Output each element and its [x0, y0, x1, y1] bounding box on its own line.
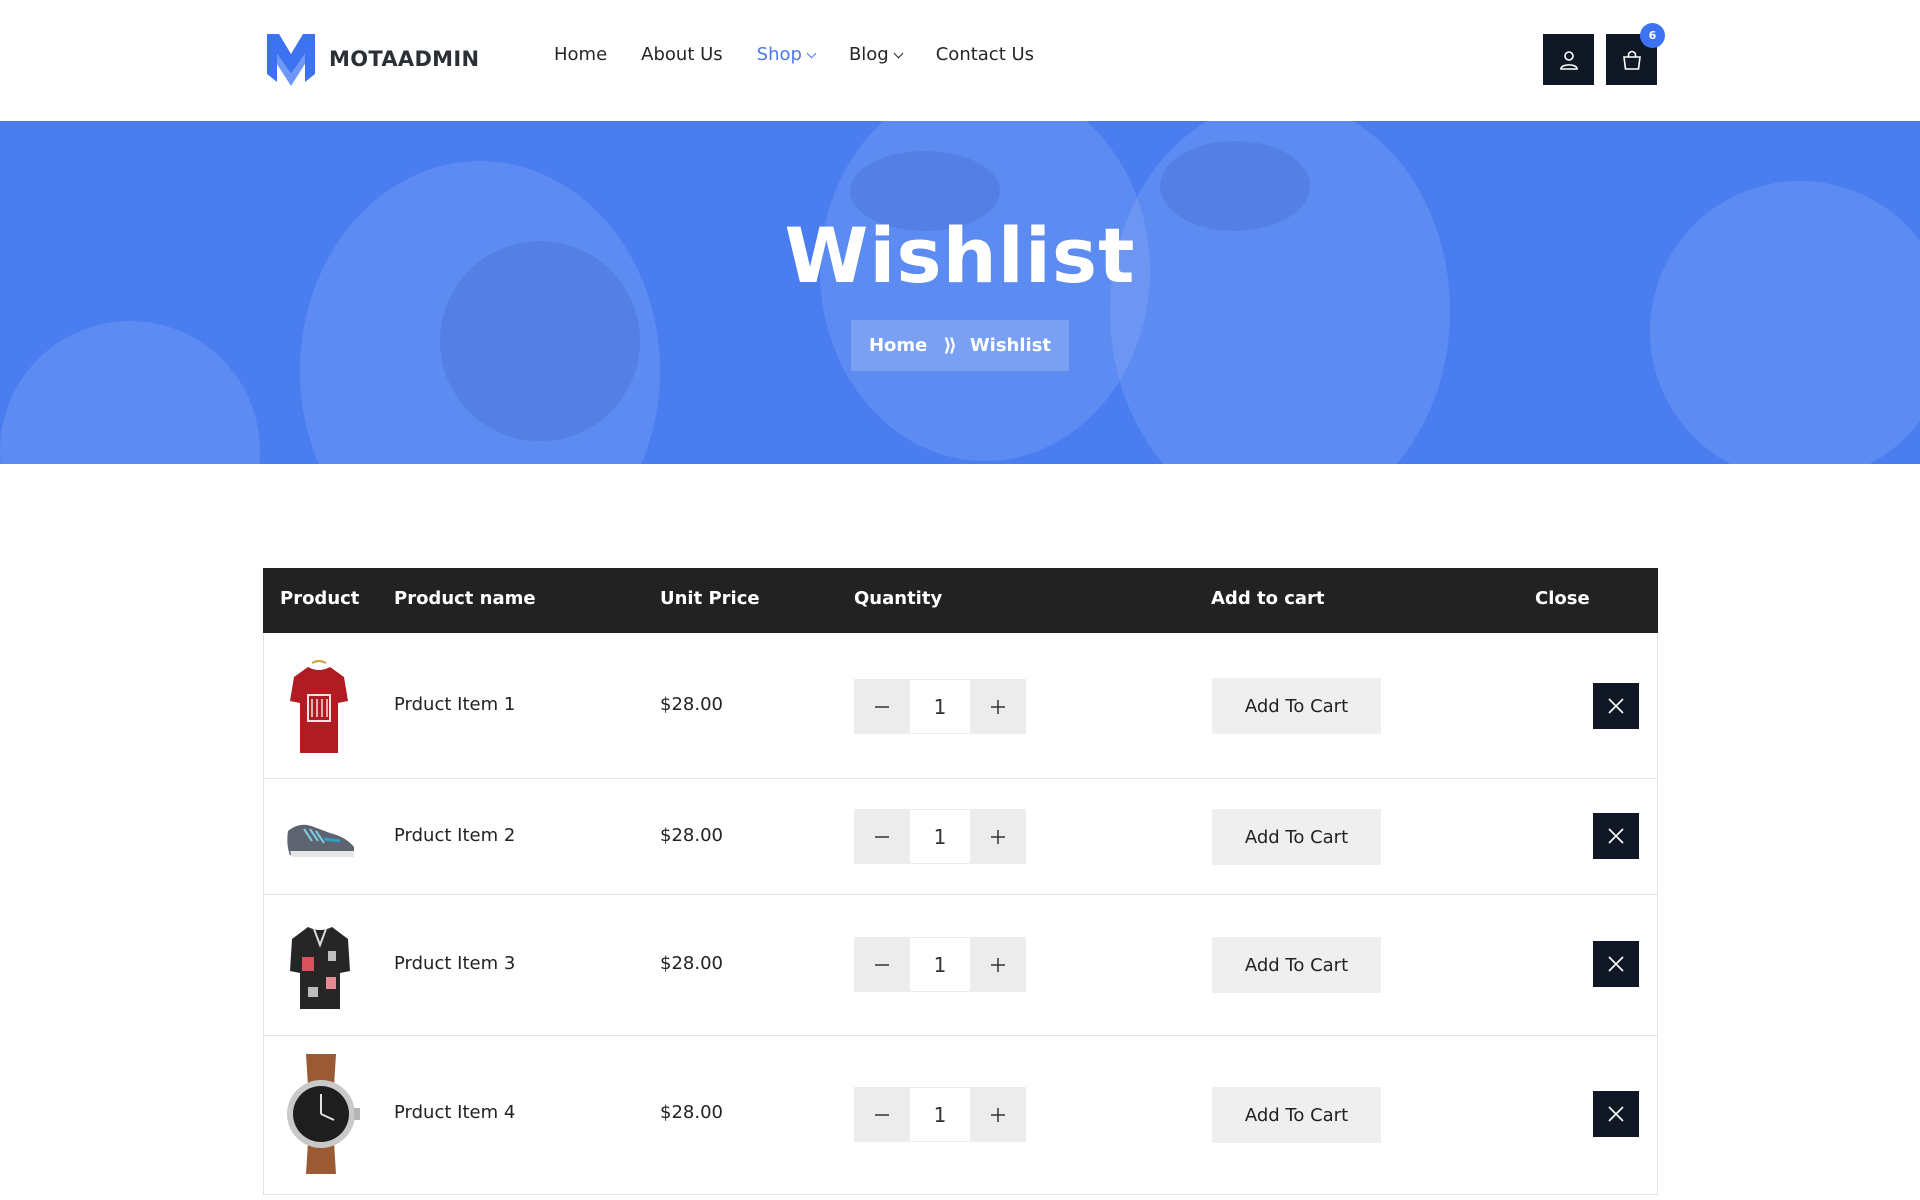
unit-price: $28.00 — [660, 1102, 723, 1123]
remove-item-button[interactable] — [1593, 813, 1639, 859]
unit-price: $28.00 — [660, 825, 723, 846]
nav-shop-label: Shop — [756, 44, 802, 65]
quantity-value[interactable]: 1 — [910, 809, 970, 864]
red-tshirt-image — [290, 660, 348, 753]
nav-about[interactable]: About Us — [641, 44, 723, 65]
product-name[interactable]: Prduct Item 3 — [394, 953, 515, 974]
double-chevron-right-icon: ⟩⟩ — [943, 335, 957, 356]
nav-blog[interactable]: Blog — [848, 44, 904, 65]
site-logo[interactable]: MOTAADMIN — [265, 30, 479, 88]
quantity-stepper: 1 — [854, 679, 1026, 734]
quantity-value[interactable]: 1 — [910, 1087, 970, 1142]
decrease-quantity-button[interactable] — [854, 809, 910, 864]
user-icon — [1559, 50, 1578, 70]
table-row: Prduct Item 3 $28.00 1 Add To Cart — [263, 895, 1658, 1036]
minus-icon — [875, 835, 889, 838]
wishlist-table: Product Product name Unit Price Quantity… — [263, 568, 1658, 1195]
plus-icon — [991, 829, 1005, 844]
col-close: Close — [1535, 588, 1590, 609]
banner-bg-shape — [0, 321, 260, 464]
table-row: Prduct Item 2 $28.00 1 Add To Cart — [263, 779, 1658, 895]
quantity-stepper: 1 — [854, 937, 1026, 992]
plus-icon — [991, 1107, 1005, 1122]
add-to-cart-button[interactable]: Add To Cart — [1212, 809, 1381, 865]
close-icon — [1608, 828, 1624, 844]
minus-icon — [875, 1113, 889, 1116]
remove-item-button[interactable] — [1593, 1091, 1639, 1137]
account-button[interactable] — [1543, 34, 1594, 85]
nav-shop[interactable]: Shop — [756, 44, 817, 65]
site-header: MOTAADMIN Home About Us Shop Blog Contac… — [0, 0, 1920, 121]
increase-quantity-button[interactable] — [970, 1087, 1026, 1142]
col-product-name: Product name — [394, 588, 536, 609]
nav-contact-label: Contact Us — [935, 44, 1035, 65]
page-banner: Wishlist Home ⟩⟩ Wishlist — [0, 121, 1920, 464]
sneaker-image — [287, 824, 354, 857]
product-name[interactable]: Prduct Item 4 — [394, 1102, 515, 1123]
product-thumbnail[interactable] — [284, 811, 358, 863]
unit-price: $28.00 — [660, 953, 723, 974]
remove-item-button[interactable] — [1593, 941, 1639, 987]
product-name[interactable]: Prduct Item 1 — [394, 694, 515, 715]
nav-home-label: Home — [554, 44, 608, 65]
increase-quantity-button[interactable] — [970, 809, 1026, 864]
product-thumbnail[interactable] — [282, 1052, 360, 1176]
decrease-quantity-button[interactable] — [854, 1087, 910, 1142]
chevron-down-icon — [893, 48, 904, 58]
brand-name: MOTAADMIN — [329, 47, 480, 71]
logo-m-icon — [267, 34, 315, 86]
quantity-value[interactable]: 1 — [910, 937, 970, 992]
close-icon — [1608, 956, 1624, 972]
add-to-cart-button[interactable]: Add To Cart — [1212, 678, 1381, 734]
product-name[interactable]: Prduct Item 2 — [394, 825, 515, 846]
quantity-stepper: 1 — [854, 809, 1026, 864]
breadcrumb: Home ⟩⟩ Wishlist — [851, 320, 1069, 371]
product-thumbnail[interactable] — [284, 917, 356, 1013]
close-icon — [1608, 698, 1624, 714]
quantity-value[interactable]: 1 — [910, 679, 970, 734]
nav-about-label: About Us — [641, 44, 723, 65]
col-add-to-cart: Add to cart — [1211, 588, 1325, 609]
chevron-down-icon — [806, 48, 817, 58]
table-row: Prduct Item 1 $28.00 1 Add To Cart — [263, 633, 1658, 779]
remove-item-button[interactable] — [1593, 683, 1639, 729]
shopping-bag-icon — [1622, 50, 1641, 70]
plus-icon — [991, 699, 1005, 714]
nav-home[interactable]: Home — [554, 44, 607, 65]
page-title: Wishlist — [784, 211, 1136, 300]
plus-icon — [991, 957, 1005, 972]
increase-quantity-button[interactable] — [970, 937, 1026, 992]
quantity-stepper: 1 — [854, 1087, 1026, 1142]
increase-quantity-button[interactable] — [970, 679, 1026, 734]
nav-blog-label: Blog — [848, 44, 889, 65]
decrease-quantity-button[interactable] — [854, 937, 910, 992]
col-quantity: Quantity — [854, 588, 943, 609]
breadcrumb-home-link[interactable]: Home — [869, 335, 927, 356]
breadcrumb-current: Wishlist — [969, 335, 1052, 356]
wrist-watch-image — [287, 1054, 360, 1174]
add-to-cart-button[interactable]: Add To Cart — [1212, 1087, 1381, 1143]
add-to-cart-button[interactable]: Add To Cart — [1212, 937, 1381, 993]
nav-contact[interactable]: Contact Us — [936, 44, 1034, 65]
main-nav: Home About Us Shop Blog Contact Us — [554, 44, 1068, 65]
close-icon — [1608, 1106, 1624, 1122]
col-product: Product — [280, 588, 360, 609]
minus-icon — [875, 963, 889, 966]
printed-shirt-image — [290, 927, 350, 1009]
cart-count-badge: 6 — [1640, 23, 1665, 48]
col-unit-price: Unit Price — [660, 588, 760, 609]
minus-icon — [875, 705, 889, 708]
table-row: Prduct Item 4 $28.00 1 Add To Cart — [263, 1036, 1658, 1195]
unit-price: $28.00 — [660, 694, 723, 715]
table-header: Product Product name Unit Price Quantity… — [263, 568, 1658, 633]
product-thumbnail[interactable] — [286, 657, 352, 757]
decrease-quantity-button[interactable] — [854, 679, 910, 734]
